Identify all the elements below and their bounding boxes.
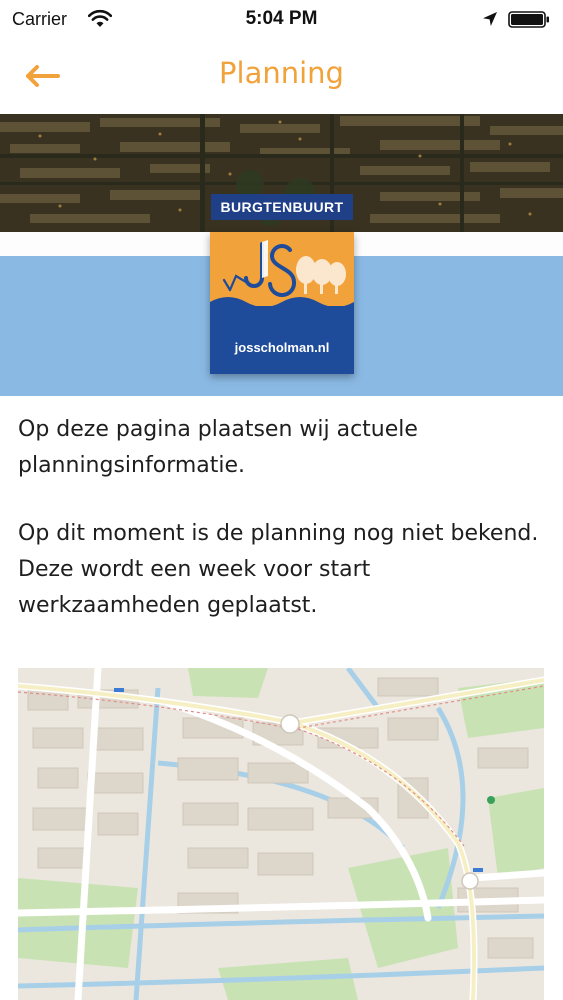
battery-icon (508, 11, 549, 28)
header-banner: josscholman.nl BURGTENBUURT (0, 114, 563, 396)
page-title: Planning (219, 56, 344, 90)
content: Op deze pagina plaatsen wij actuele plan… (18, 412, 545, 624)
navigation-bar: Planning (0, 40, 563, 114)
clock: 5:04 PM (245, 8, 318, 29)
project-logo: josscholman.nl (210, 232, 354, 374)
logo-website-label: josscholman.nl (234, 340, 330, 355)
intro-paragraph: Op deze pagina plaatsen wij actuele plan… (18, 417, 418, 478)
map-graphic (18, 668, 544, 1000)
status-bar: Carrier 5:04 PM (0, 0, 563, 40)
logo-top (210, 232, 354, 306)
status-paragraph: Op dit moment is de planning nog niet be… (18, 521, 539, 618)
neighborhood-map[interactable] (18, 668, 544, 1000)
location-arrow-icon (483, 12, 497, 26)
logo-waves (210, 297, 354, 306)
neighborhood-badge: BURGTENBUURT (211, 194, 353, 220)
